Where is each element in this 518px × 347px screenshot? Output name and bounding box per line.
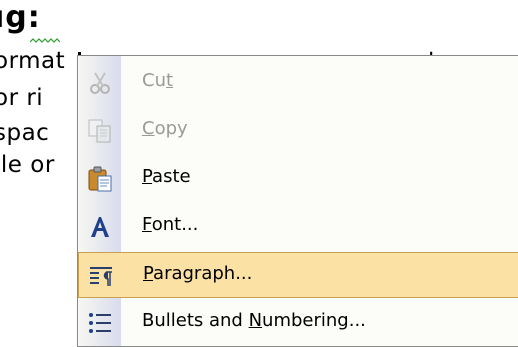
menu-item-label: Font... (142, 214, 199, 235)
spelling-squiggle (30, 38, 60, 43)
document-heading: ıg: (0, 0, 41, 35)
menu-item-paragraph[interactable]: Paragraph... (78, 252, 518, 298)
document-line: ormat (0, 48, 66, 74)
font-icon (91, 217, 109, 237)
paragraph-icon (90, 267, 112, 286)
bullets-icon (89, 313, 111, 333)
copy-icon (88, 119, 111, 143)
menu-item-copy[interactable]: Copy (78, 108, 518, 154)
menu-item-bullets-and-numbering[interactable]: Bullets and Numbering... (78, 300, 518, 346)
menu-item-cut[interactable]: Cut (78, 60, 518, 106)
context-menu: Cut Copy Paste Font... Paragraph... Bull… (77, 55, 518, 347)
clipboard-paste-icon (88, 166, 112, 192)
menu-item-label: Bullets and Numbering... (142, 310, 366, 331)
menu-item-font[interactable]: Font... (78, 204, 518, 250)
menu-item-paste[interactable]: Paste (78, 156, 518, 202)
scissors-icon (90, 72, 110, 94)
document-line: jle or (0, 152, 55, 178)
menu-item-label: Paragraph... (143, 263, 253, 284)
document-line: or ri (0, 85, 44, 111)
menu-item-label: Copy (142, 118, 188, 139)
menu-item-label: Paste (142, 166, 191, 187)
menu-item-label: Cut (142, 70, 174, 91)
document-line: spac (0, 120, 50, 146)
